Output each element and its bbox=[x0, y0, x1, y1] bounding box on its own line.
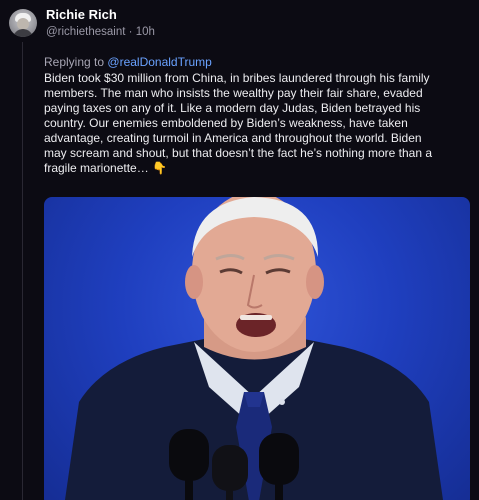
avatar[interactable] bbox=[9, 9, 37, 37]
replying-to-mention[interactable]: @realDonaldTrump bbox=[107, 55, 211, 69]
author-display-name[interactable]: Richie Rich bbox=[46, 7, 117, 22]
post-body-line: fragile marionette… 👇 bbox=[44, 161, 167, 175]
author-handle[interactable]: @richiethesaint bbox=[46, 26, 125, 38]
post-body-line: Biden took $30 million from China, in br… bbox=[44, 71, 430, 85]
post-body: Biden took $30 million from China, in br… bbox=[44, 71, 472, 176]
post-body-line: advantage, creating turmoil in America a… bbox=[44, 131, 422, 145]
post-card[interactable]: Richie Rich @richiethesaint · 10h Replyi… bbox=[0, 0, 479, 500]
author-meta: @richiethesaint · 10h bbox=[46, 26, 155, 38]
post-body-line: may scream and shout, but that doesn’t t… bbox=[44, 146, 433, 160]
meta-separator: · bbox=[128, 26, 133, 38]
replying-to: Replying to @realDonaldTrump bbox=[44, 55, 212, 69]
replying-to-label: Replying to bbox=[44, 55, 105, 69]
speaker-photo bbox=[65, 197, 443, 500]
post-body-line: country. Our enemies emboldened by Biden… bbox=[44, 116, 408, 130]
post-media-image[interactable] bbox=[44, 197, 470, 500]
post-body-line: members. The man who insists the wealthy… bbox=[44, 86, 423, 100]
post-time[interactable]: 10h bbox=[136, 26, 155, 38]
post-body-line: paying taxes on any of it. Like a modern… bbox=[44, 101, 421, 115]
thread-line bbox=[22, 42, 23, 500]
